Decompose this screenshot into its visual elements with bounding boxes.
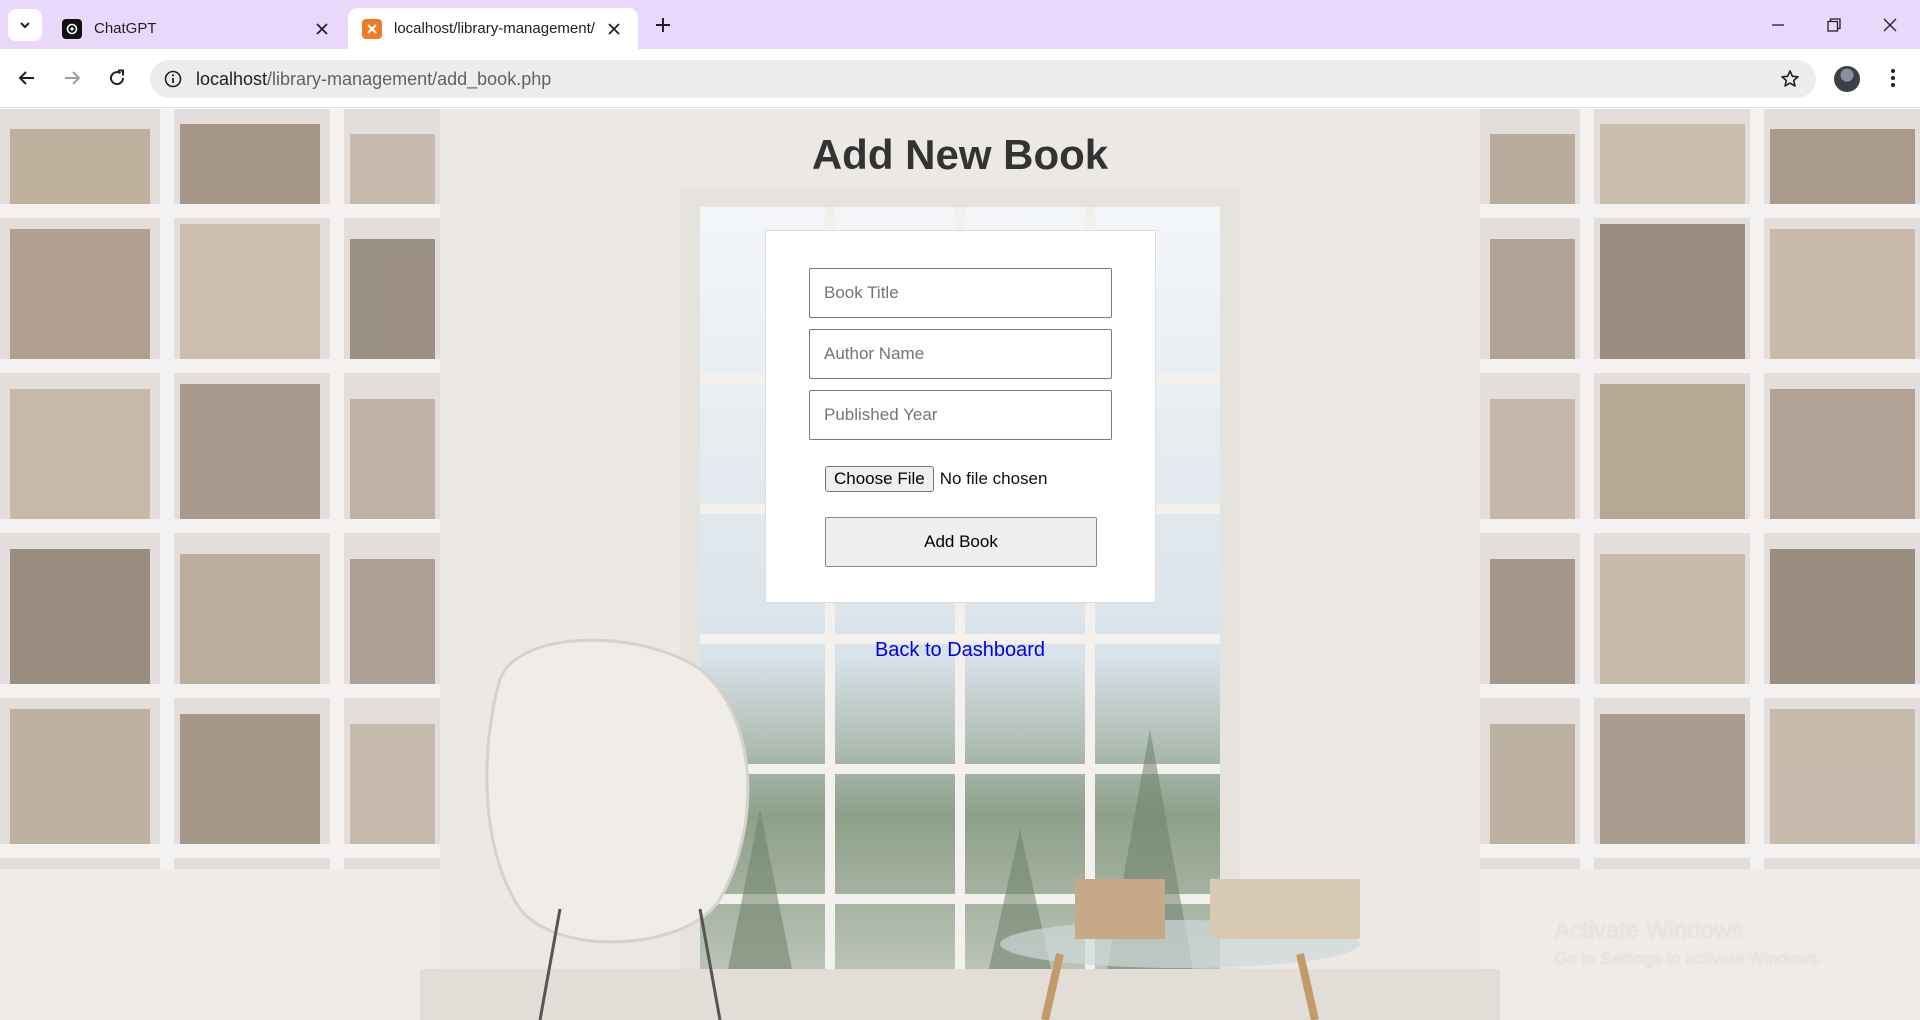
watermark-subtitle: Go to Settings to activate Windows. (1554, 949, 1823, 968)
reload-button[interactable] (100, 61, 134, 95)
bookmark-star-icon[interactable] (1778, 67, 1802, 91)
back-to-dashboard-link[interactable]: Back to Dashboard (0, 639, 1920, 662)
page-title: Add New Book (811, 131, 1109, 178)
book-title-input[interactable] (809, 268, 1112, 318)
tab-chatgpt[interactable]: ChatGPT (48, 8, 346, 49)
windows-activation-watermark: Activate Windows Go to Settings to activ… (1554, 917, 1822, 969)
profile-avatar[interactable] (1834, 66, 1860, 92)
tab-strip: ChatGPT localhost/library-management/ (0, 0, 1920, 49)
add-book-form: Choose File No file chosen Add Book (765, 230, 1156, 603)
published-year-input[interactable] (809, 390, 1112, 440)
back-button[interactable] (10, 61, 44, 95)
plus-icon (656, 18, 670, 32)
new-tab-button[interactable] (648, 10, 678, 40)
browser-menu-button[interactable] (1878, 63, 1908, 93)
url-path: /library-management/add_book.php (267, 68, 552, 89)
watermark-title: Activate Windows (1554, 917, 1744, 944)
file-status-text: No file chosen (939, 469, 1048, 488)
minimize-button[interactable] (1750, 0, 1806, 49)
tab-title: localhost/library-management/ (394, 20, 595, 37)
more-vertical-icon (1891, 69, 1895, 87)
page-content: Add New Book Choose File No file chosen … (0, 109, 1920, 1020)
arrow-left-icon (18, 71, 34, 85)
url-text: localhost/library-management/add_book.ph… (196, 69, 551, 90)
restore-button[interactable] (1806, 0, 1862, 49)
browser-toolbar: localhost/library-management/add_book.ph… (0, 49, 1920, 108)
url-host: localhost (196, 68, 268, 89)
close-icon (1883, 18, 1897, 31)
site-info-icon[interactable] (162, 68, 184, 90)
author-name-input[interactable] (809, 329, 1112, 379)
reload-icon (110, 69, 125, 86)
xampp-icon (362, 18, 382, 39)
minimize-icon (1772, 23, 1784, 26)
address-bar[interactable]: localhost/library-management/add_book.ph… (150, 60, 1816, 98)
add-book-button[interactable]: Add Book (825, 517, 1097, 567)
close-window-button[interactable] (1862, 0, 1918, 49)
restore-icon (1827, 17, 1841, 32)
arrow-right-icon (65, 71, 81, 85)
close-icon[interactable] (602, 17, 626, 41)
tab-search-button[interactable] (8, 9, 42, 41)
chatgpt-icon (62, 18, 82, 39)
tab-title: ChatGPT (94, 20, 157, 37)
chevron-down-icon (20, 22, 30, 29)
file-upload-field: Choose File No file chosen (825, 466, 1047, 492)
close-icon[interactable] (310, 17, 334, 41)
choose-file-button[interactable]: Choose File (825, 466, 934, 492)
tab-library-management[interactable]: localhost/library-management/ (348, 8, 638, 49)
forward-button[interactable] (55, 61, 89, 95)
